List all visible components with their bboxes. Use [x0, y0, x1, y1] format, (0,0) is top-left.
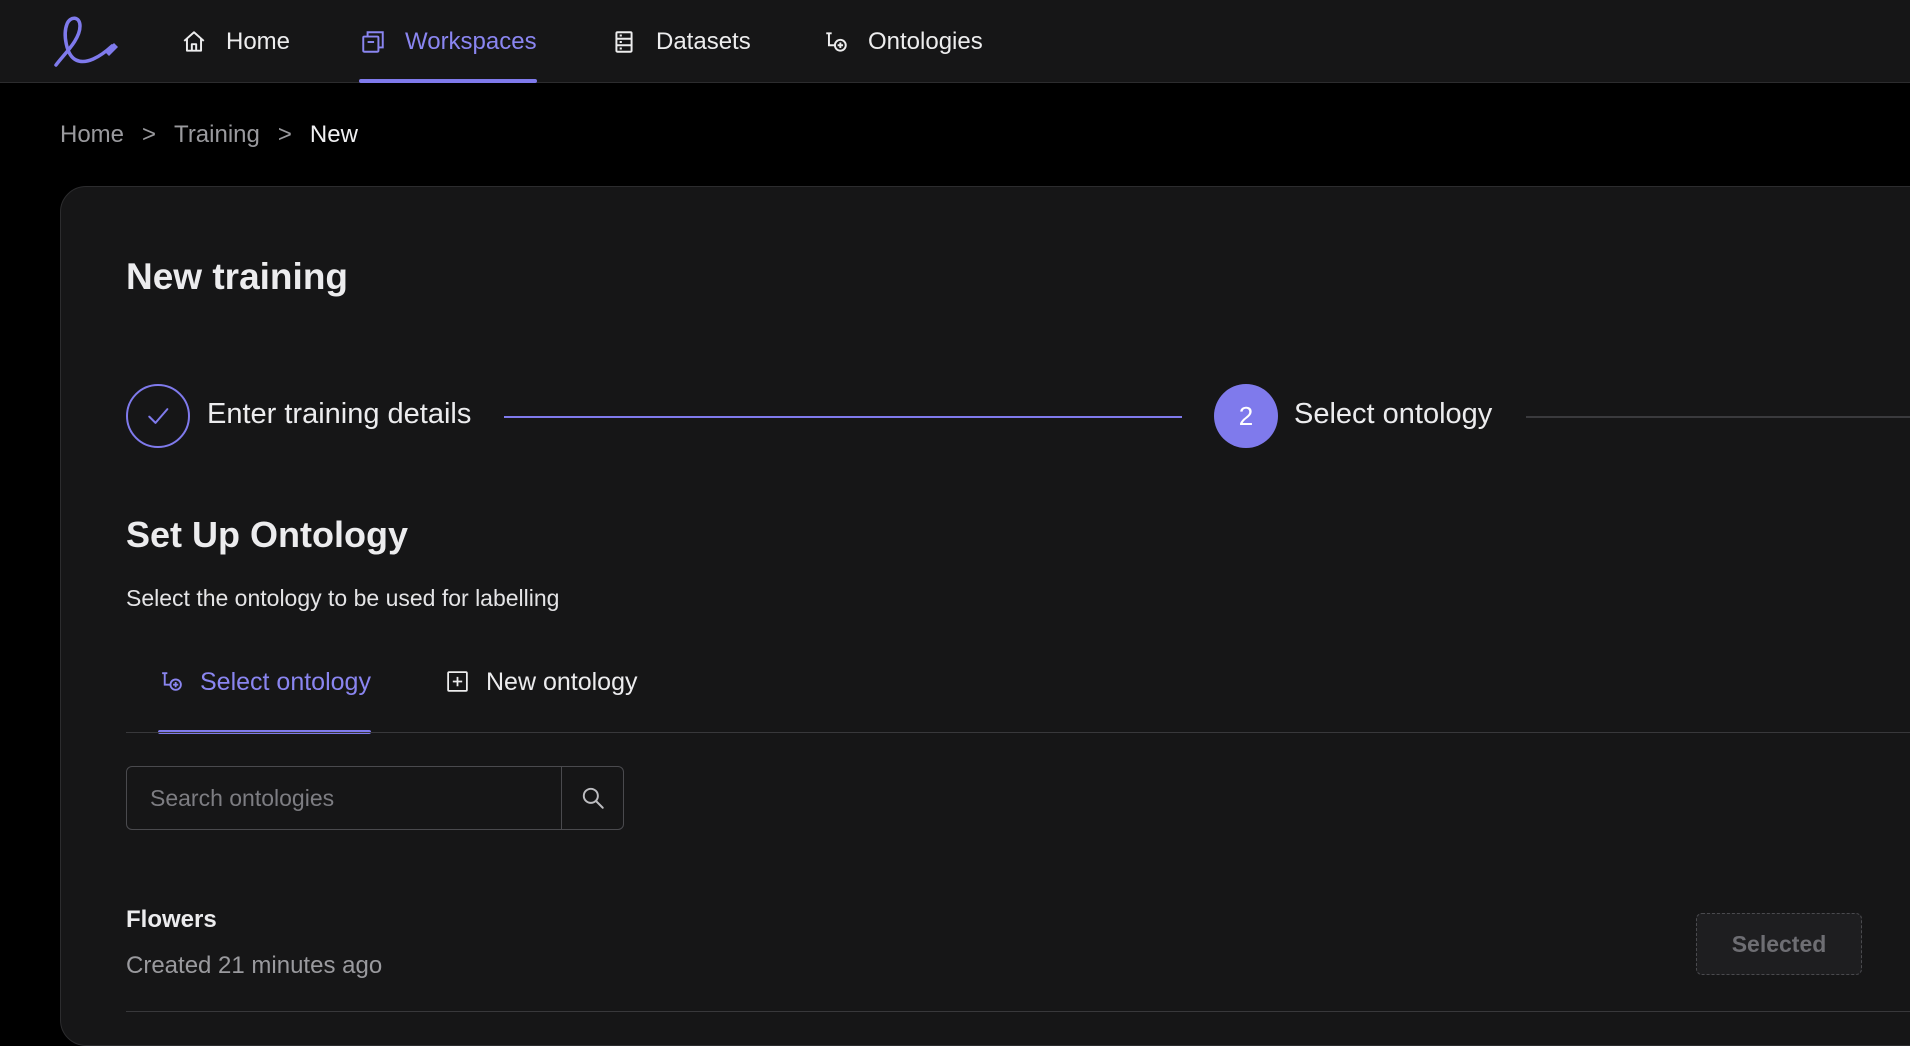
- nav-home-label: Home: [226, 27, 291, 55]
- step-2-number: 2: [1238, 400, 1254, 431]
- tabs-divider: [126, 732, 1910, 733]
- nav-datasets-label: Datasets: [656, 27, 751, 55]
- tab-select-ontology-label: Select ontology: [200, 668, 371, 696]
- section-title: Set Up Ontology: [126, 514, 408, 555]
- breadcrumb-separator: >: [142, 121, 157, 148]
- page-title: New training: [126, 256, 349, 297]
- step-connector-pending: [1526, 416, 1910, 418]
- top-nav: Home Workspaces Datasets Ontologies: [0, 0, 1910, 83]
- ontologies-icon: [158, 668, 184, 694]
- ontologies-icon: [822, 28, 850, 56]
- nav-datasets[interactable]: Datasets: [610, 0, 751, 83]
- section-subtitle: Select the ontology to be used for label…: [126, 585, 560, 611]
- step-2-label: Select ontology: [1294, 398, 1493, 430]
- selected-button[interactable]: Selected: [1696, 913, 1862, 975]
- nav-workspaces-label: Workspaces: [405, 27, 537, 55]
- step-connector-done: [504, 416, 1182, 418]
- main-panel: [60, 186, 1910, 1046]
- datasets-icon: [610, 28, 638, 56]
- breadcrumb: Home > Training > New: [60, 119, 358, 151]
- step-1-label: Enter training details: [207, 398, 472, 430]
- home-icon: [180, 28, 208, 56]
- plus-square-icon: [444, 668, 470, 694]
- list-divider: [126, 1011, 1910, 1012]
- breadcrumb-current: New: [309, 121, 358, 148]
- search-icon: [582, 787, 604, 809]
- search-input[interactable]: [127, 767, 561, 829]
- workspaces-icon: [359, 28, 387, 56]
- ontology-name: Flowers: [126, 906, 217, 933]
- step-2-indicator: 2: [1214, 384, 1278, 448]
- check-icon: [148, 408, 169, 424]
- search-button[interactable]: [561, 767, 623, 829]
- nav-workspaces[interactable]: Workspaces: [359, 0, 537, 83]
- breadcrumb-home[interactable]: Home: [60, 121, 124, 149]
- nav-ontologies-label: Ontologies: [868, 27, 983, 55]
- breadcrumb-separator: >: [277, 121, 292, 148]
- ontology-created: Created 21 minutes ago: [126, 952, 383, 979]
- step-1-indicator: [126, 384, 190, 448]
- tab-new-ontology[interactable]: New ontology: [444, 668, 637, 734]
- breadcrumb-training[interactable]: Training: [174, 121, 260, 149]
- nav-ontologies[interactable]: Ontologies: [822, 0, 983, 83]
- nav-home[interactable]: Home: [180, 0, 290, 83]
- search-box: [126, 766, 624, 830]
- tab-select-ontology[interactable]: Select ontology: [158, 668, 371, 734]
- tab-new-ontology-label: New ontology: [486, 668, 638, 696]
- app-logo[interactable]: [50, 10, 120, 70]
